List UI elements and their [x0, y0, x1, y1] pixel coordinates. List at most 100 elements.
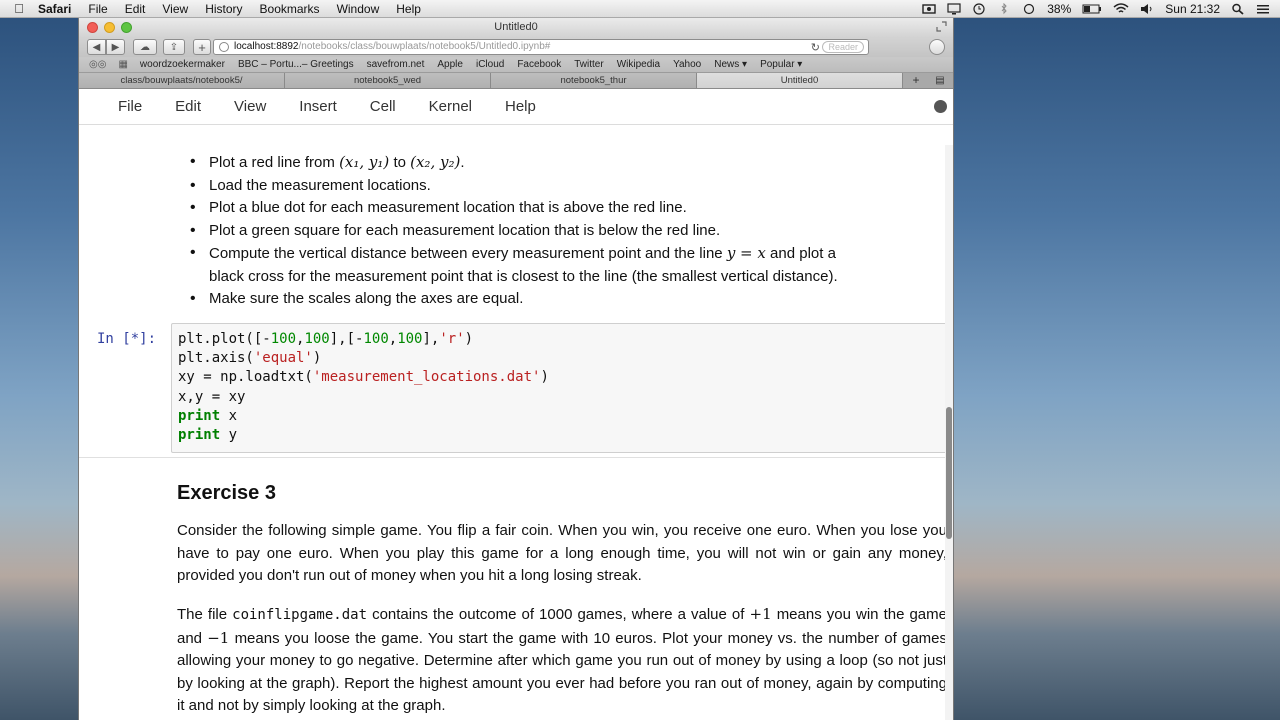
jupyter-menu-edit[interactable]: Edit [175, 98, 201, 115]
top-sites-icon[interactable]: ▦ [118, 59, 127, 70]
downloads-button[interactable] [929, 39, 945, 55]
markdown-cell-exercise[interactable]: Exercise 3 Consider the following simple… [79, 457, 947, 720]
clock[interactable]: Sun 21:32 [1165, 2, 1220, 16]
reload-icon[interactable]: ↻ [811, 41, 820, 54]
jupyter-menu-view[interactable]: View [234, 98, 266, 115]
tab-notebook5-wed[interactable]: notebook5_wed [285, 73, 491, 88]
plus-icon: + [912, 73, 920, 87]
tab-untitled0[interactable]: Untitled0 [697, 73, 903, 88]
exercise-paragraph-2: The file coinflipgame.dat contains the o… [177, 605, 947, 714]
list-item: Compute the vertical distance between ev… [177, 242, 947, 288]
jupyter-menubar: File Edit View Insert Cell Kernel Help [79, 89, 953, 125]
time-machine-icon[interactable] [972, 3, 986, 15]
add-bookmark-button[interactable]: + [193, 39, 211, 55]
wifi-icon[interactable] [1113, 3, 1129, 15]
zoom-window-button[interactable] [121, 22, 132, 33]
list-item: Plot a green square for each measurement… [177, 220, 947, 243]
bookmark-yahoo[interactable]: Yahoo [673, 59, 701, 70]
bookmark-savefrom[interactable]: savefrom.net [367, 59, 425, 70]
notebook-area[interactable]: Plot a red line from (x₁, y₁) to (x₂, y₂… [79, 145, 953, 720]
jupyter-menu-insert[interactable]: Insert [299, 98, 337, 115]
tab-bar: class/bouwplaats/notebook5/ notebook5_we… [79, 73, 953, 89]
reading-list-icon[interactable]: ◎◎ [89, 59, 106, 70]
forward-button[interactable]: ▶ [106, 39, 125, 55]
jupyter-menu-cell[interactable]: Cell [370, 98, 396, 115]
list-item: Load the measurement locations. [177, 175, 947, 198]
new-tab-button[interactable]: + [905, 73, 927, 88]
back-button[interactable]: ◀ [87, 39, 106, 55]
menu-bookmarks[interactable]: Bookmarks [260, 2, 320, 16]
screen-record-icon[interactable] [922, 3, 936, 15]
notification-center-icon[interactable] [1256, 3, 1270, 15]
address-bar[interactable]: localhost:8892/notebooks/class/bouwplaat… [213, 39, 869, 55]
scrollbar-thumb[interactable] [946, 407, 952, 539]
code-line: xy = np.loadtxt('measurement_locations.d… [178, 369, 549, 386]
exercise-paragraph-1: Consider the following simple game. You … [177, 522, 947, 584]
cell-prompt: In [*]: [97, 331, 157, 347]
minimize-window-button[interactable] [104, 22, 115, 33]
safari-window: Untitled0 ◀ ▶ ☁ ⇪ + localhost:8892/noteb… [78, 18, 954, 720]
menu-view[interactable]: View [162, 2, 188, 16]
kernel-busy-indicator [934, 100, 947, 113]
chevron-right-icon: ▶ [111, 41, 120, 53]
apple-icon[interactable]:  [12, 1, 26, 16]
code-line: print y [178, 427, 238, 444]
tab-overview-button[interactable]: ▤ [931, 73, 949, 88]
menu-safari[interactable]: Safari [38, 2, 71, 16]
list-item: Plot a red line from (x₁, y₁) to (x₂, y₂… [177, 151, 947, 175]
share-button[interactable]: ⇪ [163, 39, 185, 55]
close-window-button[interactable] [87, 22, 98, 33]
url-path: /notebooks/class/bouwplaats/notebook5/Un… [298, 41, 551, 52]
browser-toolbar: ◀ ▶ ☁ ⇪ + localhost:8892/notebooks/class… [79, 37, 953, 57]
bookmark-bbc[interactable]: BBC – Portu...– Greetings [238, 59, 354, 70]
window-titlebar: Untitled0 [79, 18, 953, 37]
exercise-heading: Exercise 3 [177, 482, 276, 504]
volume-icon[interactable] [1140, 3, 1154, 15]
plus-icon: + [198, 39, 206, 55]
markdown-cell-instructions[interactable]: Plot a red line from (x₁, y₁) to (x₂, y₂… [177, 151, 947, 311]
tab-bouwplaats-notebook5[interactable]: class/bouwplaats/notebook5/ [79, 73, 285, 88]
code-line: plt.axis('equal') [178, 350, 322, 367]
code-editor[interactable]: plt.plot([-100,100],[-100,100],'r') plt.… [171, 323, 947, 453]
menu-window[interactable]: Window [337, 2, 380, 16]
menu-help[interactable]: Help [396, 2, 421, 16]
display-icon[interactable] [947, 3, 961, 15]
jupyter-menu-file[interactable]: File [118, 98, 142, 115]
bookmarks-bar: ◎◎ ▦ woordzoekermaker BBC – Portu...– Gr… [79, 57, 953, 73]
reader-button[interactable]: Reader [822, 41, 864, 53]
code-line: plt.plot([-100,100],[-100,100],'r') [178, 331, 474, 347]
menu-file[interactable]: File [88, 2, 107, 16]
code-cell[interactable]: In [*]: plt.plot([-100,100],[-100,100],'… [79, 323, 949, 453]
bookmark-apple[interactable]: Apple [437, 59, 463, 70]
share-icon: ⇪ [169, 41, 179, 53]
url-host: localhost:8892 [234, 41, 299, 52]
spotlight-search-icon[interactable] [1231, 3, 1245, 15]
bluetooth-icon[interactable] [997, 3, 1011, 15]
bookmark-wikipedia[interactable]: Wikipedia [617, 59, 660, 70]
battery-percent: 38% [1047, 2, 1072, 16]
tab-notebook5-thur[interactable]: notebook5_thur [491, 73, 697, 88]
icloud-tabs-button[interactable]: ☁ [133, 39, 157, 55]
window-title: Untitled0 [494, 21, 538, 33]
bookmark-twitter[interactable]: Twitter [574, 59, 603, 70]
bookmark-facebook[interactable]: Facebook [517, 59, 561, 70]
bookmark-icloud[interactable]: iCloud [476, 59, 504, 70]
list-item: Make sure the scales along the axes are … [177, 288, 947, 311]
chevron-left-icon: ◀ [92, 41, 101, 53]
battery-icon[interactable] [1082, 3, 1102, 15]
menu-history[interactable]: History [205, 2, 242, 16]
jupyter-menu-kernel[interactable]: Kernel [429, 98, 472, 115]
code-line: x,y = xy [178, 388, 246, 405]
sync-icon[interactable] [1022, 3, 1036, 15]
bookmark-popular[interactable]: Popular ▾ [760, 59, 802, 70]
cloud-icon: ☁ [140, 41, 150, 53]
fullscreen-icon[interactable] [936, 21, 947, 32]
notebook-scrollbar[interactable] [945, 145, 953, 720]
list-item: Plot a blue dot for each measurement loc… [177, 197, 947, 220]
bookmark-news[interactable]: News ▾ [714, 59, 747, 70]
jupyter-menu-help[interactable]: Help [505, 98, 536, 115]
menu-edit[interactable]: Edit [125, 2, 146, 16]
macos-menu-bar:  Safari File Edit View History Bookmark… [0, 0, 1280, 18]
globe-icon [219, 42, 229, 52]
bookmark-woordzoekermaker[interactable]: woordzoekermaker [140, 59, 225, 70]
